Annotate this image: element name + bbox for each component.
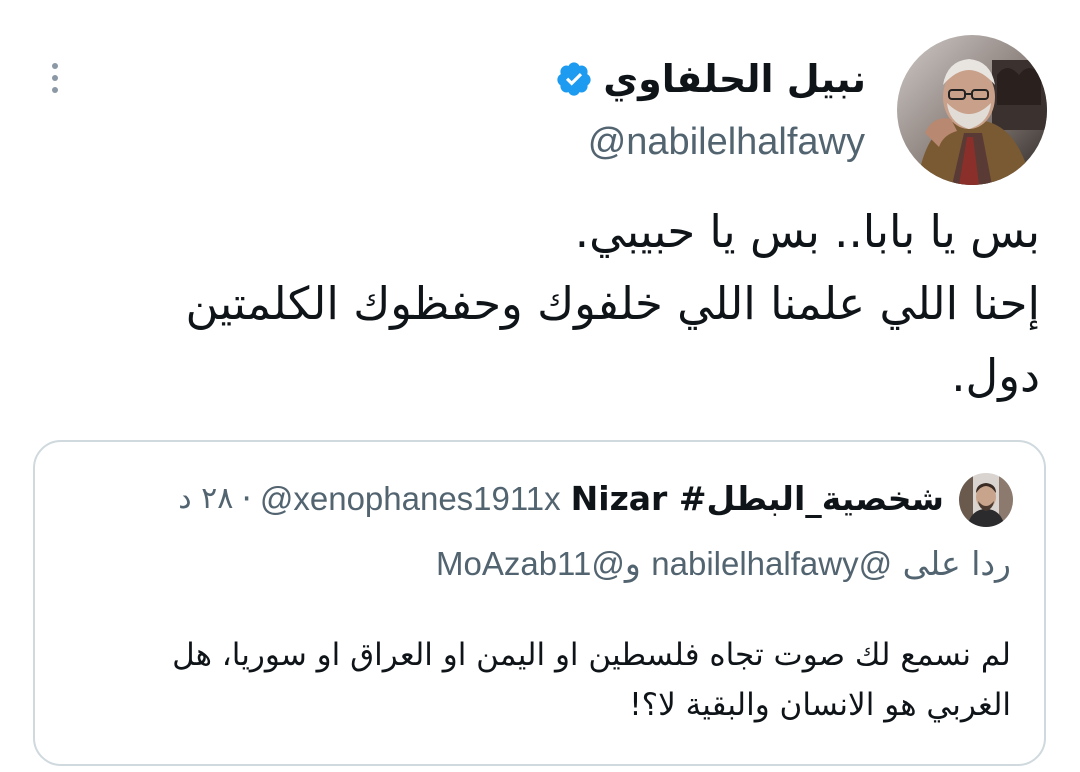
- quote-separator: ·: [241, 479, 252, 518]
- quote-author-avatar[interactable]: [959, 473, 1013, 527]
- tweet-text: بس يا بابا.. بس يا حبيبي. إحنا اللي علمن…: [80, 196, 1041, 412]
- quote-author-handle[interactable]: @xenophanes1911x: [260, 477, 561, 521]
- author-display-name[interactable]: نبيل الحلفاوي: [603, 55, 866, 103]
- quote-text-line: لم نسمع لك صوت تجاه فلسطين او اليمن او ا…: [172, 637, 1011, 673]
- reply-joiner: و: [624, 544, 641, 583]
- quote-header: شخصية_البطل# Nizar @xenophanes1911x · ٢٨…: [178, 477, 944, 521]
- quote-text: لم نسمع لك صوت تجاه فلسطين او اليمن او ا…: [71, 630, 1011, 730]
- author-avatar[interactable]: [897, 35, 1047, 185]
- more-dot: [52, 63, 58, 69]
- quote-timestamp[interactable]: ٢٨ د: [178, 477, 233, 521]
- author-name-row: نبيل الحلفاوي: [555, 55, 866, 103]
- verified-badge-icon: [557, 62, 591, 96]
- author-handle[interactable]: @nabilelhalfawy: [588, 118, 865, 166]
- more-dot: [52, 87, 58, 93]
- more-dot: [52, 75, 58, 81]
- quote-text-line: الغربي هو الانسان والبقية لا؟!: [629, 687, 1011, 723]
- tweet-text-line: دول.: [951, 349, 1040, 402]
- quoted-tweet-card[interactable]: شخصية_البطل# Nizar @xenophanes1911x · ٢٨…: [33, 440, 1046, 766]
- tweet-text-line: إحنا اللي علمنا اللي خلفوك وحفظوك الكلمت…: [185, 277, 1041, 330]
- reply-to-label: ردا على: [902, 544, 1011, 583]
- reply-mention-link[interactable]: @nabilelhalfawy: [651, 545, 892, 582]
- quote-author-display-name[interactable]: شخصية_البطل# Nizar: [571, 477, 944, 521]
- quote-reply-context: ردا على @nabilelhalfawy و@MoAzab11: [436, 542, 1011, 586]
- tweet: نبيل الحلفاوي @nabilelhalfawy بس يا بابا…: [0, 0, 1080, 772]
- tweet-text-line: بس يا بابا.. بس يا حبيبي.: [574, 205, 1040, 258]
- more-options-button[interactable]: [40, 58, 70, 98]
- reply-mention-link[interactable]: @MoAzab11: [436, 545, 625, 582]
